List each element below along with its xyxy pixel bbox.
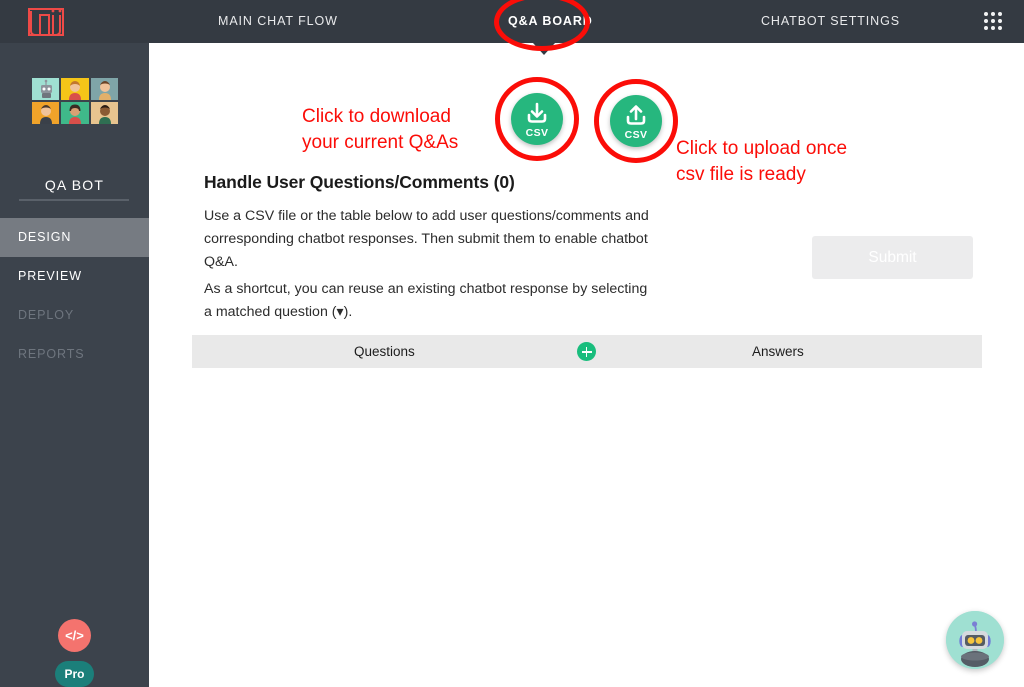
woman-avatar-2	[61, 102, 89, 124]
person-avatar-2	[32, 102, 60, 124]
person-avatar-3	[90, 102, 118, 124]
description-paragraph-2: As a shortcut, you can reuse an existing…	[204, 281, 648, 320]
annotation-upload-note: Click to upload once csv file is ready	[676, 138, 848, 185]
bot-name-label: QA BOT	[44, 177, 105, 193]
nav-tab-chatbot-settings[interactable]: CHATBOT SETTINGS	[761, 0, 900, 43]
woman-avatar-1	[61, 78, 89, 100]
chatbot-avatar-button[interactable]	[946, 611, 1004, 669]
robot-avatar-icon	[946, 611, 1004, 669]
download-icon	[527, 102, 547, 123]
sidebar-divider	[19, 199, 129, 201]
upload-csv-button[interactable]: CSV	[610, 95, 662, 147]
qa-table-header: Questions Answers	[192, 335, 982, 368]
submit-button[interactable]: Submit	[812, 236, 973, 279]
download-csv-button[interactable]: CSV	[511, 93, 563, 145]
nav-items: MAIN CHAT FLOW Q&A BOARD CHATBOT SETTING…	[150, 0, 960, 43]
column-header-answers: Answers	[752, 344, 804, 359]
description-paragraph-1: Use a CSV file or the table below to add…	[204, 208, 649, 270]
top-navigation-bar: MAIN CHAT FLOW Q&A BOARD CHATBOT SETTING…	[0, 0, 1024, 43]
nav-tab-main-chat-flow[interactable]: MAIN CHAT FLOW	[218, 0, 338, 43]
apps-grid-icon[interactable]	[984, 12, 1003, 31]
app-root: MAIN CHAT FLOW Q&A BOARD CHATBOT SETTING…	[0, 0, 1024, 687]
upload-csv-label: CSV	[624, 129, 648, 141]
download-csv-label: CSV	[525, 127, 549, 139]
sidebar-menu: DESIGN PREVIEW DEPLOY REPORTS	[0, 218, 149, 374]
robot-avatar	[32, 78, 60, 100]
sidebar-item-preview[interactable]: PREVIEW	[0, 257, 149, 296]
page-title: Handle User Questions/Comments (0)	[204, 172, 515, 192]
code-icon[interactable]: </>	[58, 619, 91, 652]
nav-tab-qa-board[interactable]: Q&A BOARD	[508, 0, 593, 43]
sidebar: QA BOT DESIGN PREVIEW DEPLOY REPORTS </>…	[0, 43, 149, 687]
juji-logo[interactable]	[26, 6, 68, 38]
upload-icon	[626, 105, 646, 125]
plus-icon[interactable]	[577, 342, 596, 361]
person-avatar-1	[90, 78, 118, 100]
sidebar-item-deploy[interactable]: DEPLOY	[0, 296, 149, 335]
sidebar-item-reports[interactable]: REPORTS	[0, 335, 149, 374]
pro-badge[interactable]: Pro	[55, 661, 94, 687]
avatar-grid[interactable]	[32, 78, 118, 124]
active-tab-caret-icon	[533, 43, 555, 55]
main-content: Handle User Questions/Comments (0) Use a…	[150, 43, 1024, 687]
annotation-download-note: Click to download your current Q&As	[302, 106, 459, 153]
column-header-questions: Questions	[354, 344, 415, 359]
sidebar-item-design[interactable]: DESIGN	[0, 218, 149, 257]
